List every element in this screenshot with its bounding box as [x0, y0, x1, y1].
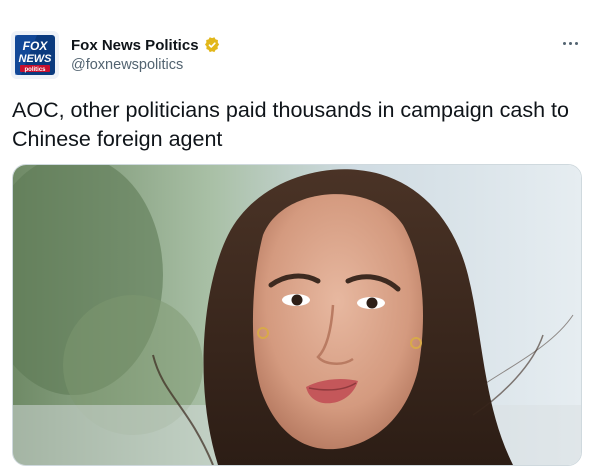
fox-news-politics-logo: FOX NEWS politics [11, 31, 59, 79]
more-horizontal-icon [562, 41, 566, 45]
more-dot [574, 41, 578, 45]
portrait-photo [13, 165, 581, 465]
tweet-text: AOC, other politicians paid thousands in… [12, 98, 569, 151]
tweet-card: FOX NEWS politics Fox News Politics @fox… [0, 0, 600, 466]
svg-text:FOX: FOX [23, 39, 49, 53]
svg-text:NEWS: NEWS [19, 53, 53, 65]
account-handle[interactable]: @foxnewspolitics [71, 57, 183, 73]
more-options-button[interactable] [556, 32, 584, 54]
tweet-media-image[interactable] [12, 164, 582, 466]
svg-text:politics: politics [24, 67, 46, 73]
avatar[interactable]: FOX NEWS politics [11, 31, 59, 79]
more-dot [568, 41, 572, 45]
verified-badge-icon[interactable] [203, 36, 221, 54]
display-name[interactable]: Fox News Politics [71, 37, 199, 54]
author-name-row: Fox News Politics [71, 34, 221, 56]
